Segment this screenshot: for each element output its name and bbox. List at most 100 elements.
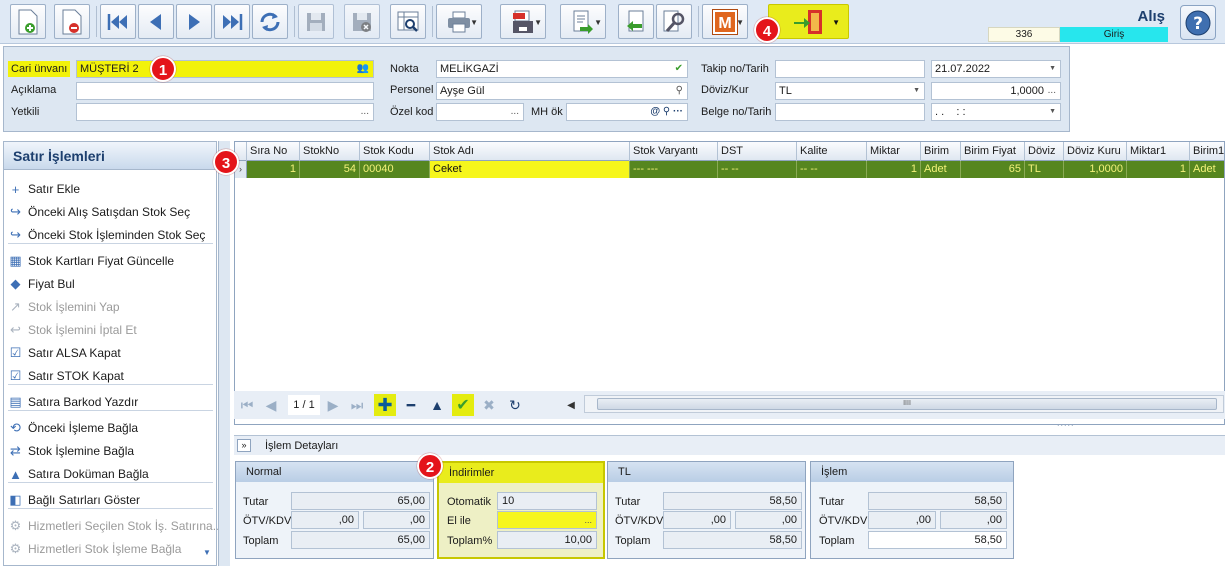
nav-up-button[interactable]: ▲ xyxy=(426,394,448,416)
delete-document-button[interactable] xyxy=(54,4,90,39)
tarih-field[interactable]: 21.07.2022 ▼ xyxy=(931,60,1061,78)
m-app-button[interactable]: M ▼ xyxy=(702,4,748,39)
side-panel-scrollbar[interactable]: ▼ xyxy=(203,141,230,566)
new-document-button[interactable] xyxy=(10,4,46,39)
ellipsis-button[interactable]: ... xyxy=(511,104,519,120)
column-header[interactable]: DST xyxy=(718,142,797,161)
last-record-button[interactable] xyxy=(214,4,250,39)
side-item[interactable]: ⟲ Önceki İşleme Bağla xyxy=(8,418,138,438)
print-button[interactable]: ▼ xyxy=(436,4,482,39)
cancel-save-button[interactable] xyxy=(344,4,380,39)
chevron-down-icon[interactable]: ▼ xyxy=(913,83,920,99)
table-cell[interactable]: 1 xyxy=(1127,161,1190,178)
column-header[interactable]: StokNo xyxy=(300,142,360,161)
side-item[interactable]: ⚙ Hizmetleri Seçilen Stok İş. Satırına... xyxy=(8,516,223,536)
tools-button[interactable] xyxy=(656,4,692,39)
column-header[interactable]: Stok Adı xyxy=(430,142,630,161)
ellipsis-button[interactable]: ... xyxy=(1048,83,1056,99)
side-item[interactable]: ▲ Satıra Doküman Bağla xyxy=(8,464,149,484)
table-cell[interactable]: 65 xyxy=(961,161,1025,178)
horizontal-scrollbar[interactable]: IIII xyxy=(584,395,1224,413)
table-cell[interactable]: Ceket xyxy=(430,161,630,178)
table-cell[interactable]: -- -- xyxy=(797,161,867,178)
takip-no-field[interactable] xyxy=(775,60,925,78)
splitter-grip[interactable]: ..... xyxy=(1057,418,1075,428)
nav-last-button[interactable]: ⏭ xyxy=(346,394,368,416)
nav-refresh-button[interactable]: ↻ xyxy=(504,394,526,416)
preview-button[interactable] xyxy=(390,4,426,39)
side-item[interactable]: ▤ Satıra Barkod Yazdır xyxy=(8,392,138,412)
scroll-left-icon[interactable]: ◀ xyxy=(560,394,582,416)
column-header[interactable]: Birim Fiyat xyxy=(961,142,1025,161)
table-cell[interactable]: 1 xyxy=(867,161,921,178)
column-header[interactable]: Sıra No xyxy=(247,142,300,161)
side-item[interactable]: ▦ Stok Kartları Fiyat Güncelle xyxy=(8,251,174,271)
table-cell[interactable]: 00040 xyxy=(360,161,430,178)
chevron-down-icon[interactable]: ▼ xyxy=(1049,104,1056,120)
belge-tarih-field[interactable]: . . : : ▼ xyxy=(931,103,1061,121)
at-search-icon[interactable]: @ ⚲ ··· xyxy=(650,104,683,120)
side-item[interactable]: ☑ Satır STOK Kapat xyxy=(8,366,124,386)
next-record-button[interactable] xyxy=(176,4,212,39)
table-row[interactable]: › 1 54 00040 Ceket --- --- -- -- -- -- 1 Adet 65 T… xyxy=(235,161,1224,178)
yetkili-field[interactable]: ... xyxy=(76,103,374,121)
nav-first-button[interactable]: ⏮ xyxy=(236,394,258,416)
column-header[interactable]: Miktar xyxy=(867,142,921,161)
nav-prev-button[interactable]: ◀ xyxy=(260,394,282,416)
save-button[interactable] xyxy=(298,4,334,39)
belge-no-field[interactable] xyxy=(775,103,925,121)
table-cell[interactable]: -- -- xyxy=(718,161,797,178)
table-cell[interactable]: 1,0000 xyxy=(1064,161,1127,178)
column-header[interactable]: Kalite xyxy=(797,142,867,161)
exit-button[interactable]: ▼ xyxy=(768,4,849,39)
pdf-export-button[interactable]: ▼ xyxy=(500,4,546,39)
check-icon[interactable]: ✔ xyxy=(675,61,683,77)
side-item[interactable]: ↪ Önceki Alış Satışdan Stok Seç xyxy=(8,202,190,222)
column-header[interactable]: Döviz xyxy=(1025,142,1064,161)
side-item[interactable]: ⇄ Stok İşlemine Bağla xyxy=(8,441,134,461)
side-item[interactable]: ↪ Önceki Stok İşleminden Stok Seç xyxy=(8,225,205,245)
nav-confirm-button[interactable]: ✔ xyxy=(452,394,474,416)
column-header[interactable]: Miktar1 xyxy=(1127,142,1190,161)
help-button[interactable]: ? xyxy=(1180,5,1216,40)
column-header[interactable]: Birim xyxy=(921,142,961,161)
nav-remove-button[interactable]: ━ xyxy=(400,394,422,416)
table-cell[interactable]: Adet xyxy=(921,161,961,178)
column-header[interactable]: Birim1 xyxy=(1190,142,1224,161)
first-record-button[interactable] xyxy=(100,4,136,39)
table-cell[interactable]: --- --- xyxy=(630,161,718,178)
table-cell[interactable]: 54 xyxy=(300,161,360,178)
cari-unvani-field[interactable]: MÜŞTERİ 2 👥 xyxy=(76,60,374,78)
table-cell[interactable]: Adet xyxy=(1190,161,1224,178)
refresh-button[interactable] xyxy=(252,4,288,39)
scrollbar-thumb[interactable]: IIII xyxy=(597,398,1217,410)
nav-next-button[interactable]: ▶ xyxy=(322,394,344,416)
column-header[interactable]: Döviz Kuru xyxy=(1064,142,1127,161)
aciklama-field[interactable] xyxy=(76,82,374,100)
side-item[interactable]: ↩ Stok İşlemini İptal Et xyxy=(8,320,137,340)
ellipsis-button[interactable]: ... xyxy=(584,515,592,525)
collapse-icon[interactable]: » xyxy=(237,439,251,452)
manual-discount-field[interactable]: ... xyxy=(497,511,597,529)
side-item[interactable]: ⚙ Hizmetleri Stok İşleme Bağla xyxy=(8,539,182,559)
side-item[interactable]: ☑ Satır ALSA Kapat xyxy=(8,343,121,363)
mh-ok-field[interactable]: @ ⚲ ··· xyxy=(566,103,688,121)
personel-field[interactable]: Ayşe Gül ⚲ xyxy=(436,82,688,100)
side-item[interactable]: ◧ Bağlı Satırları Göster xyxy=(8,490,140,510)
side-item[interactable]: ◆ Fiyat Bul xyxy=(8,274,75,294)
side-item[interactable]: ↗ Stok İşlemini Yap xyxy=(8,297,120,317)
previous-record-button[interactable] xyxy=(138,4,174,39)
nokta-field[interactable]: MELİKGAZİ ✔ xyxy=(436,60,688,78)
table-cell[interactable]: 1 xyxy=(247,161,300,178)
nav-add-button[interactable]: ✚ xyxy=(374,394,396,416)
column-header[interactable]: Stok Kodu xyxy=(360,142,430,161)
kur-field[interactable]: 1,0000 ... xyxy=(931,82,1061,100)
nav-cancel-button[interactable]: ✖ xyxy=(478,394,500,416)
people-icon[interactable]: 👥 xyxy=(357,61,369,77)
table-cell[interactable]: TL xyxy=(1025,161,1064,178)
column-header[interactable]: Stok Varyantı xyxy=(630,142,718,161)
side-item[interactable]: + Satır Ekle xyxy=(8,179,80,199)
person-search-icon[interactable]: ⚲ xyxy=(676,83,683,99)
ozel-kod-field[interactable]: ... xyxy=(436,103,524,121)
export-button[interactable]: ▼ xyxy=(560,4,606,39)
